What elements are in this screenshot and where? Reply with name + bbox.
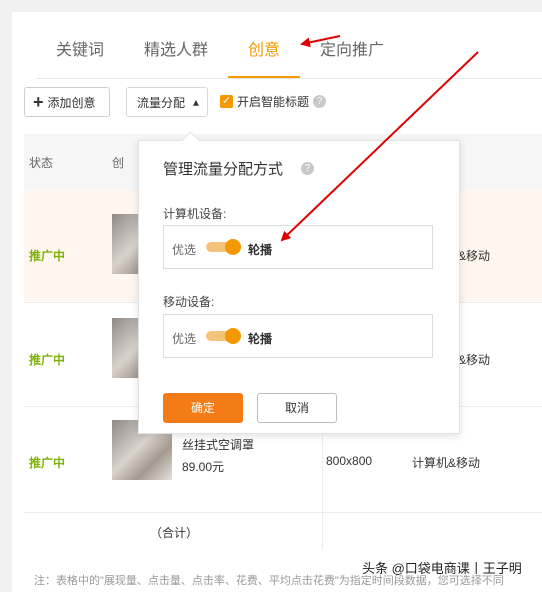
annotation-arrows [280, 35, 479, 242]
annotation-arrow [300, 35, 341, 48]
annotation-arrow [280, 51, 479, 242]
